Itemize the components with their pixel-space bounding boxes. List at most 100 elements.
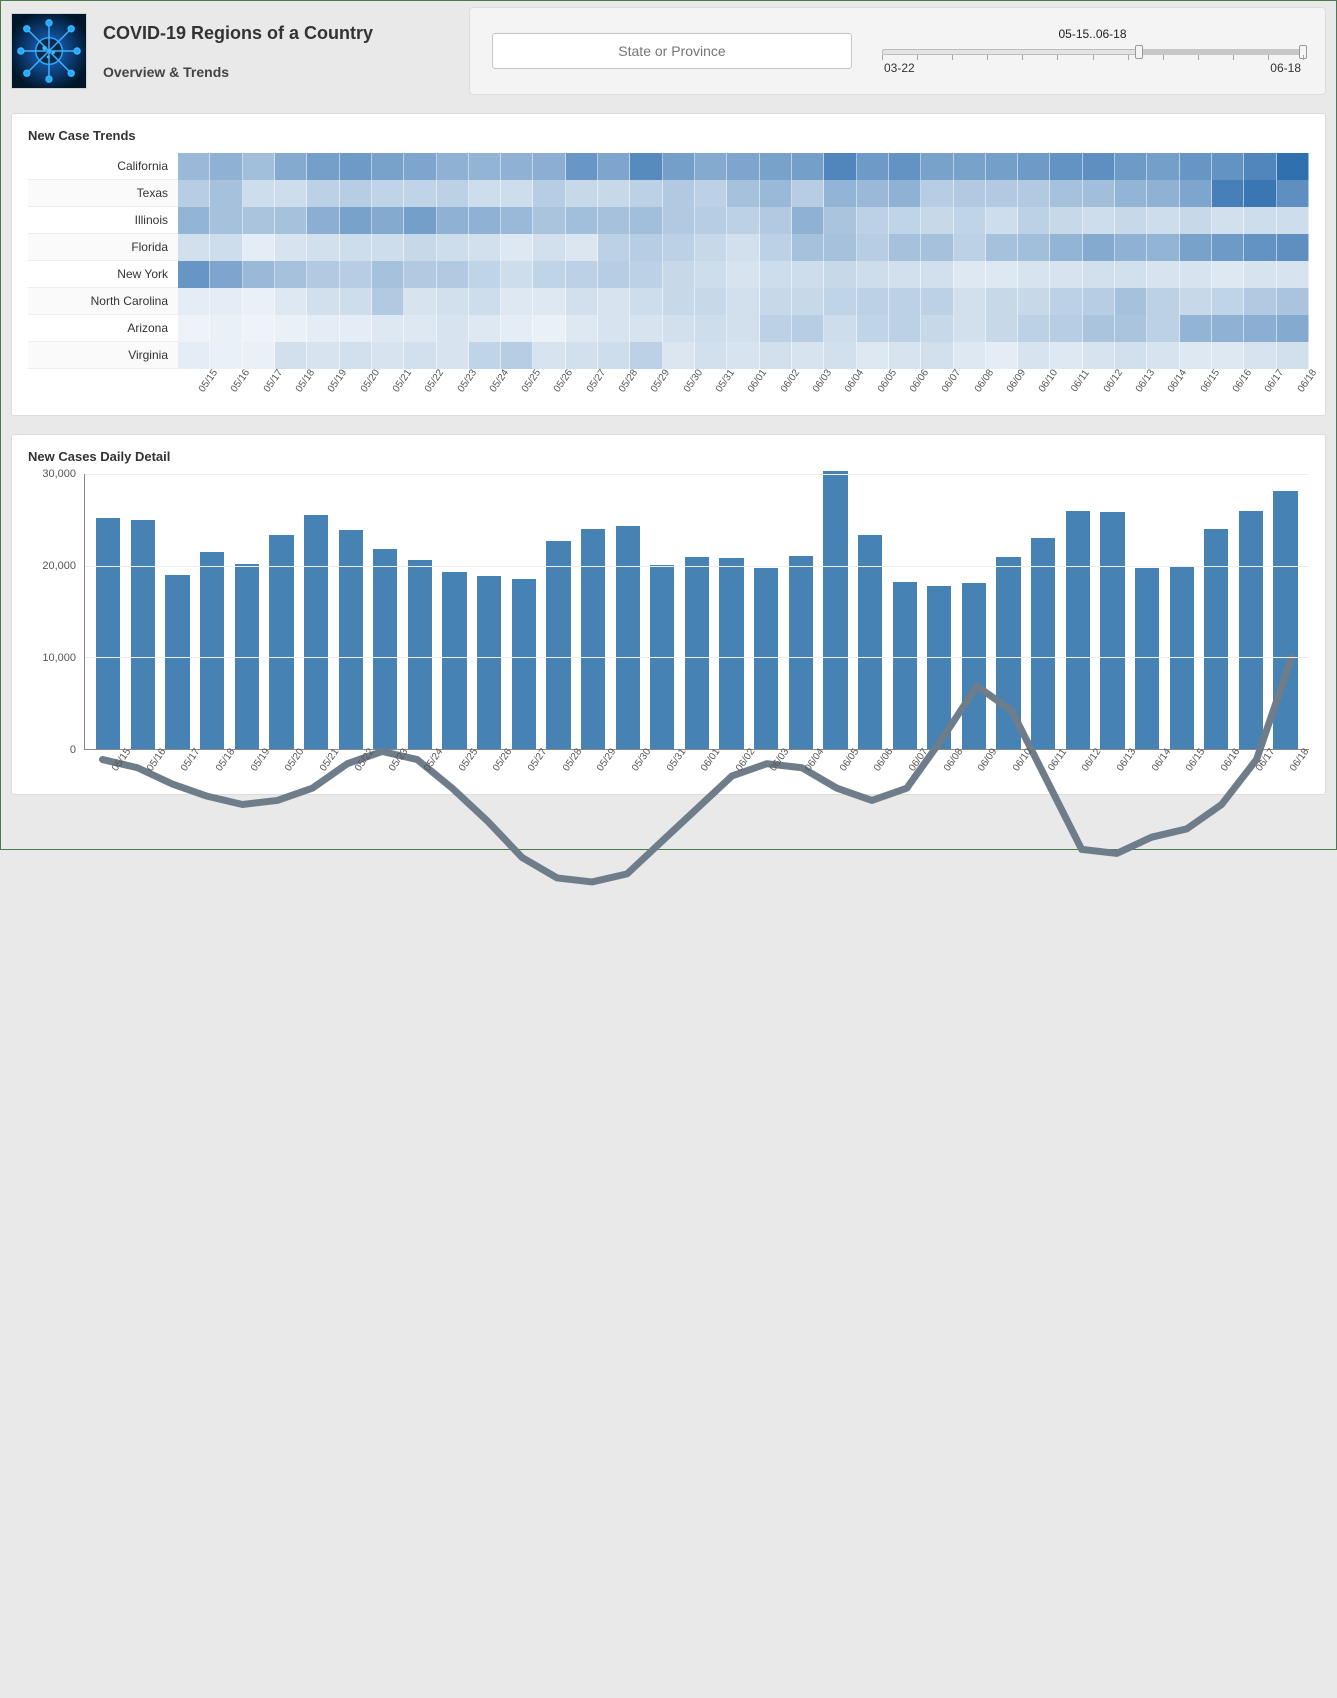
barchart-bar[interactable] bbox=[1135, 568, 1159, 749]
heatmap-cell[interactable] bbox=[1083, 180, 1115, 207]
heatmap-cell[interactable] bbox=[986, 180, 1018, 207]
heatmap-cell[interactable] bbox=[1212, 180, 1244, 207]
heatmap-cell[interactable] bbox=[1050, 180, 1082, 207]
heatmap-cell[interactable] bbox=[210, 288, 242, 315]
barchart-bar[interactable] bbox=[546, 541, 570, 749]
heatmap-cell[interactable] bbox=[954, 153, 986, 180]
heatmap-cell[interactable] bbox=[307, 180, 339, 207]
heatmap-cell[interactable] bbox=[372, 180, 404, 207]
heatmap-cell[interactable] bbox=[210, 261, 242, 288]
heatmap-cell[interactable] bbox=[760, 315, 792, 342]
heatmap-cell[interactable] bbox=[1212, 207, 1244, 234]
heatmap-cell[interactable] bbox=[533, 288, 565, 315]
heatmap-cell[interactable] bbox=[695, 288, 727, 315]
heatmap-cell[interactable] bbox=[307, 153, 339, 180]
heatmap-cell[interactable] bbox=[243, 315, 275, 342]
heatmap-cell[interactable] bbox=[760, 207, 792, 234]
heatmap-cell[interactable] bbox=[1018, 315, 1050, 342]
barchart-bar[interactable] bbox=[442, 572, 466, 749]
heatmap-cell[interactable] bbox=[404, 180, 436, 207]
state-province-input[interactable] bbox=[492, 33, 852, 69]
heatmap-cell[interactable] bbox=[792, 180, 824, 207]
barchart-bar[interactable] bbox=[477, 576, 501, 749]
heatmap-cell[interactable] bbox=[243, 207, 275, 234]
heatmap-cell[interactable] bbox=[1018, 234, 1050, 261]
heatmap-cell[interactable] bbox=[469, 288, 501, 315]
heatmap-cell[interactable] bbox=[663, 207, 695, 234]
heatmap-cell[interactable] bbox=[501, 261, 533, 288]
heatmap-cell[interactable] bbox=[210, 153, 242, 180]
heatmap-cell[interactable] bbox=[792, 315, 824, 342]
heatmap-cell[interactable] bbox=[178, 180, 210, 207]
heatmap-cell[interactable] bbox=[663, 153, 695, 180]
heatmap-cell[interactable] bbox=[1115, 288, 1147, 315]
heatmap-cell[interactable] bbox=[1212, 234, 1244, 261]
heatmap-cell[interactable] bbox=[630, 234, 662, 261]
heatmap-cell[interactable] bbox=[598, 315, 630, 342]
heatmap-cell[interactable] bbox=[1115, 234, 1147, 261]
heatmap-cell[interactable] bbox=[533, 315, 565, 342]
heatmap-cell[interactable] bbox=[824, 153, 856, 180]
barchart-bar[interactable] bbox=[512, 579, 536, 749]
heatmap-cell[interactable] bbox=[1147, 261, 1179, 288]
heatmap-cell[interactable] bbox=[1050, 153, 1082, 180]
barchart-bar[interactable] bbox=[1273, 491, 1297, 750]
heatmap-cell[interactable] bbox=[889, 288, 921, 315]
heatmap-cell[interactable] bbox=[986, 234, 1018, 261]
heatmap-cell[interactable] bbox=[857, 153, 889, 180]
heatmap-cell[interactable] bbox=[889, 234, 921, 261]
heatmap-cell[interactable] bbox=[372, 153, 404, 180]
heatmap-cell[interactable] bbox=[437, 261, 469, 288]
heatmap-cell[interactable] bbox=[1083, 207, 1115, 234]
heatmap-cell[interactable] bbox=[1180, 315, 1212, 342]
heatmap-cell[interactable] bbox=[533, 153, 565, 180]
heatmap-cell[interactable] bbox=[760, 153, 792, 180]
barchart-bar[interactable] bbox=[927, 586, 951, 749]
heatmap-cell[interactable] bbox=[986, 315, 1018, 342]
heatmap-cell[interactable] bbox=[307, 234, 339, 261]
heatmap-cell[interactable] bbox=[921, 234, 953, 261]
heatmap-cell[interactable] bbox=[760, 234, 792, 261]
heatmap-cell[interactable] bbox=[372, 315, 404, 342]
heatmap-cell[interactable] bbox=[372, 207, 404, 234]
heatmap-cell[interactable] bbox=[1277, 288, 1309, 315]
heatmap-cell[interactable] bbox=[404, 261, 436, 288]
heatmap-cell[interactable] bbox=[695, 153, 727, 180]
barchart-bar[interactable] bbox=[1031, 538, 1055, 749]
heatmap-cell[interactable] bbox=[598, 288, 630, 315]
barchart-bar[interactable] bbox=[373, 549, 397, 749]
heatmap-cell[interactable] bbox=[404, 234, 436, 261]
heatmap-cell[interactable] bbox=[1244, 180, 1276, 207]
heatmap-cell[interactable] bbox=[437, 315, 469, 342]
heatmap-cell[interactable] bbox=[954, 261, 986, 288]
heatmap-cell[interactable] bbox=[1180, 153, 1212, 180]
heatmap-cell[interactable] bbox=[178, 153, 210, 180]
heatmap-cell[interactable] bbox=[501, 207, 533, 234]
heatmap-cell[interactable] bbox=[1277, 315, 1309, 342]
heatmap-cell[interactable] bbox=[792, 234, 824, 261]
heatmap-cell[interactable] bbox=[340, 153, 372, 180]
heatmap-cell[interactable] bbox=[598, 234, 630, 261]
heatmap-cell[interactable] bbox=[760, 261, 792, 288]
barchart-bar[interactable] bbox=[823, 471, 847, 749]
heatmap-cell[interactable] bbox=[921, 153, 953, 180]
heatmap-cell[interactable] bbox=[824, 315, 856, 342]
heatmap-cell[interactable] bbox=[340, 315, 372, 342]
heatmap-cell[interactable] bbox=[501, 180, 533, 207]
barchart-bar[interactable] bbox=[616, 526, 640, 749]
heatmap-cell[interactable] bbox=[437, 288, 469, 315]
heatmap-cell[interactable] bbox=[630, 288, 662, 315]
heatmap-cell[interactable] bbox=[857, 207, 889, 234]
heatmap-cell[interactable] bbox=[1244, 288, 1276, 315]
heatmap-cell[interactable] bbox=[921, 315, 953, 342]
barchart-bar[interactable] bbox=[719, 558, 743, 749]
heatmap-cell[interactable] bbox=[566, 153, 598, 180]
heatmap-cell[interactable] bbox=[1212, 315, 1244, 342]
heatmap-cell[interactable] bbox=[1018, 288, 1050, 315]
heatmap-cell[interactable] bbox=[1050, 234, 1082, 261]
heatmap-cell[interactable] bbox=[954, 234, 986, 261]
heatmap-cell[interactable] bbox=[1180, 207, 1212, 234]
heatmap-cell[interactable] bbox=[1244, 207, 1276, 234]
heatmap-cell[interactable] bbox=[857, 315, 889, 342]
heatmap-cell[interactable] bbox=[275, 234, 307, 261]
